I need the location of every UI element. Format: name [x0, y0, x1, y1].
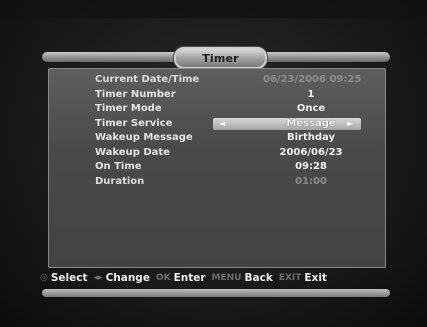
settings-panel: Current Date/Time 06/23/2006 09:25 Timer… [48, 68, 386, 268]
current-date-time-label: Current Date/Time [95, 74, 200, 85]
row-current-date-time: Current Date/Time 06/23/2006 09:25 [95, 73, 363, 88]
timer-service-value[interactable]: Message [263, 117, 359, 132]
wakeup-date-label: Wakeup Date [95, 146, 170, 158]
timer-number-label: Timer Number [95, 88, 176, 100]
duration-value[interactable]: 01:00 [263, 175, 359, 190]
timer-dialog: Timer Current Date/Time 06/23/2006 09:25… [40, 42, 392, 297]
dialog-top-frame: Timer [40, 42, 392, 70]
row-timer-number[interactable]: Timer Number 1 [95, 88, 363, 103]
help-select: ◎ Select [40, 272, 88, 284]
current-date-time-value: 06/23/2006 09:25 [263, 74, 362, 85]
help-exit-label: Exit [304, 272, 327, 284]
exit-key-icon: EXIT [278, 273, 302, 283]
title-pill: Timer [173, 46, 268, 70]
row-wakeup-message[interactable]: Wakeup Message Birthday [95, 131, 363, 146]
settings-list: Current Date/Time 06/23/2006 09:25 Timer… [95, 73, 363, 189]
row-timer-mode[interactable]: Timer Mode Once [95, 102, 363, 117]
on-time-value[interactable]: 09:28 [263, 160, 359, 175]
help-exit: EXIT Exit [279, 272, 327, 284]
help-change-label: Change [105, 272, 150, 284]
duration-label: Duration [95, 175, 145, 187]
select-key-icon: ◎ [40, 273, 48, 283]
help-change: ◂▸ Change [94, 272, 150, 284]
help-back: MENU Back [212, 272, 273, 284]
menu-key-icon: MENU [211, 273, 242, 283]
row-duration[interactable]: Duration 01:00 [95, 175, 363, 190]
wakeup-message-label: Wakeup Message [95, 132, 193, 143]
row-wakeup-date[interactable]: Wakeup Date 2006/06/23 [95, 146, 363, 161]
help-enter: OK Enter [156, 272, 206, 284]
key-help-bar: ◎ Select ◂▸ Change OK Enter MENU Back EX… [40, 268, 392, 288]
wakeup-date-value[interactable]: 2006/06/23 [263, 146, 359, 161]
wakeup-message-value[interactable]: Birthday [263, 131, 359, 146]
timer-mode-label: Timer Mode [95, 103, 162, 114]
dialog-bottom-frame [42, 289, 390, 297]
dialog-title: Timer [202, 51, 239, 65]
help-select-label: Select [50, 272, 88, 284]
ok-key-icon: OK [155, 273, 171, 283]
row-on-time[interactable]: On Time 09:28 [95, 160, 363, 175]
timer-service-label: Timer Service [95, 117, 173, 129]
right-arrow-icon[interactable]: ► [347, 117, 353, 132]
tv-screen: Timer Current Date/Time 06/23/2006 09:25… [0, 0, 427, 327]
row-timer-service[interactable]: Timer Service ◄ Message ► [95, 117, 363, 132]
timer-number-value[interactable]: 1 [263, 88, 359, 103]
help-enter-label: Enter [173, 272, 206, 284]
on-time-label: On Time [95, 161, 142, 172]
change-key-icon: ◂▸ [93, 273, 103, 283]
left-arrow-icon[interactable]: ◄ [219, 117, 225, 132]
help-back-label: Back [244, 272, 273, 284]
timer-mode-value[interactable]: Once [263, 102, 359, 117]
